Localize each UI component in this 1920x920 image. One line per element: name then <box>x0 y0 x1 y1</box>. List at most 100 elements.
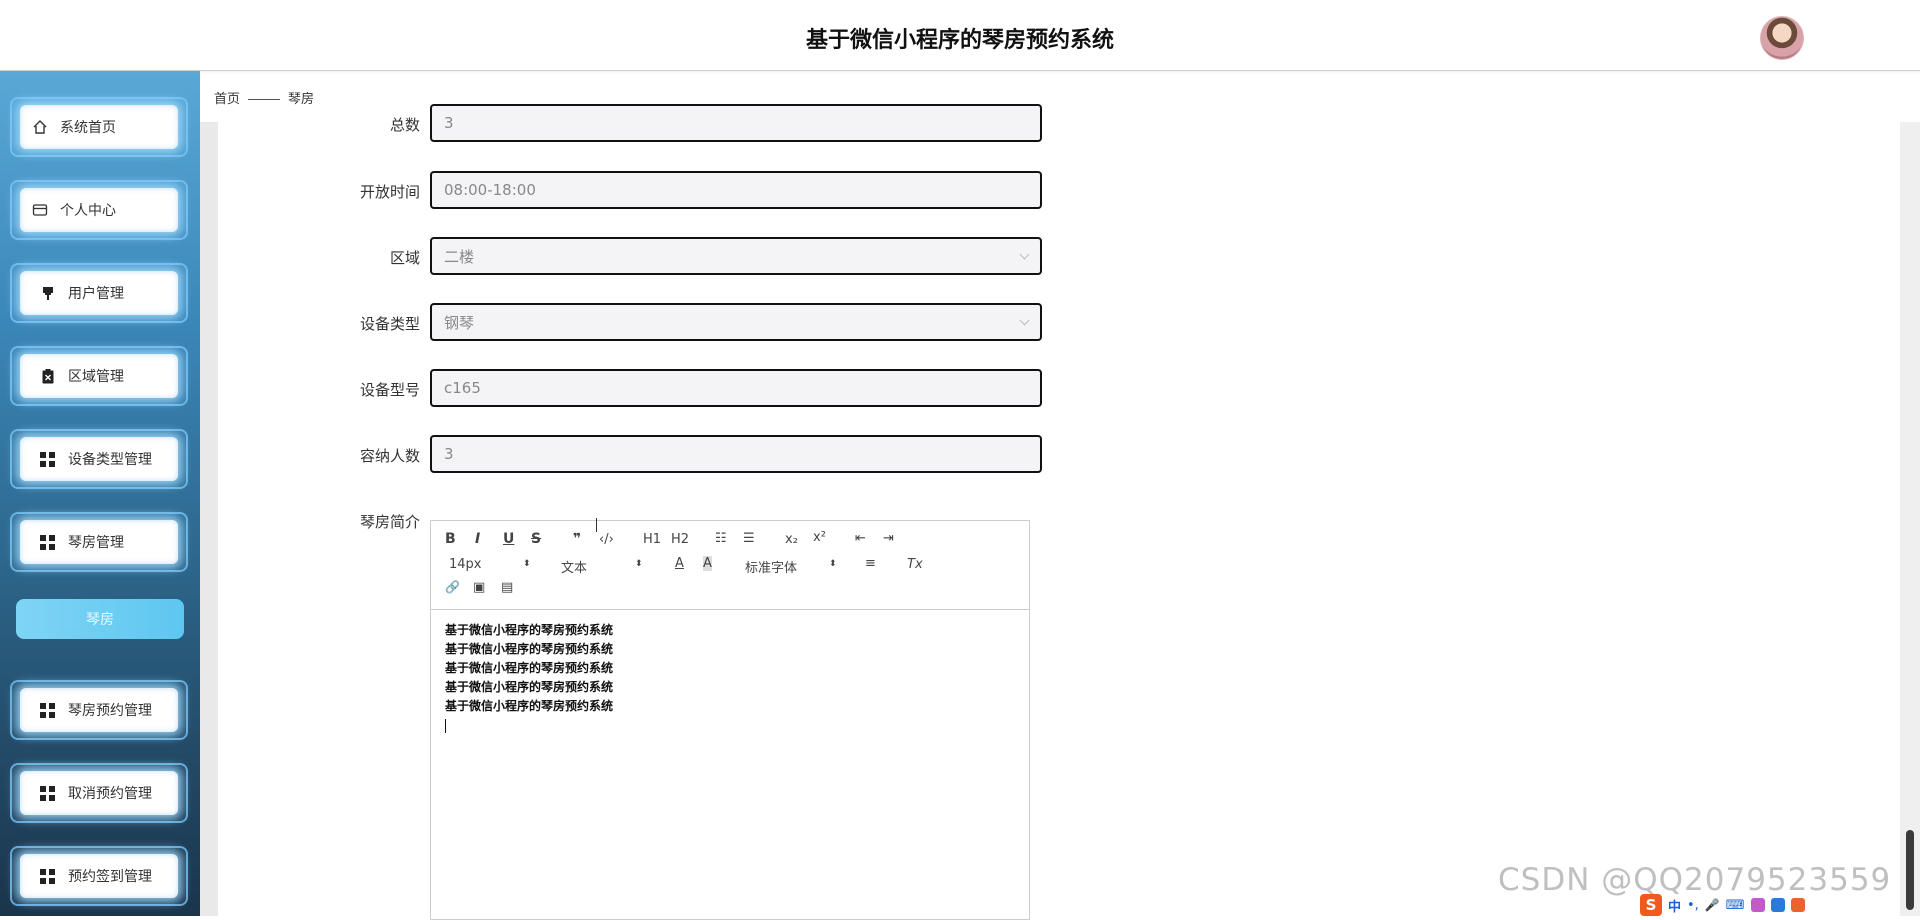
device-type-select-value: 钢琴 <box>444 313 475 332</box>
rich-text-editor: B I U S ❞ ‹/› H1 H2 ☷ ☰ x₂ x² ⇤ ⇥ 14px ⬍… <box>430 520 1030 920</box>
sidebar-item-checkin[interactable]: 预约签到管理 <box>10 846 188 906</box>
sidebar-item-label: 区域管理 <box>68 369 124 385</box>
capacity-label: 容纳人数 <box>359 447 420 465</box>
avatar[interactable] <box>1760 16 1804 60</box>
form-row-open-time: 开放时间 08:00-18:00 <box>330 171 1050 213</box>
sidebar: 系统首页 个人中心 用户管理 区域管理 设备类型管理 琴房管理 琴房 琴房预约管… <box>0 71 200 916</box>
bullet-list-button[interactable]: ☰ <box>743 531 755 546</box>
grid-icon <box>40 702 56 719</box>
chevron-down-icon <box>1019 249 1030 260</box>
form-row-area: 区域 二楼 <box>330 237 1050 279</box>
background-color-button[interactable]: A <box>703 556 712 571</box>
sidebar-item-label: 取消预约管理 <box>68 786 152 802</box>
quote-button[interactable]: ❞ <box>573 531 581 547</box>
sidebar-subitem-room[interactable]: 琴房 <box>16 599 184 639</box>
breadcrumb-home[interactable]: 首页 <box>214 92 240 107</box>
sidebar-item-home[interactable]: 系统首页 <box>10 97 188 157</box>
ime-toolbar: S 中 •, 🎤 ⌨ <box>1640 894 1805 916</box>
scrollbar-track[interactable] <box>1900 122 1920 916</box>
microphone-icon[interactable]: 🎤 <box>1705 898 1720 912</box>
editor-line: 基于微信小程序的琴房预约系统 <box>445 623 614 637</box>
form-row-device-type: 设备类型 钢琴 <box>330 303 1050 345</box>
underline-button[interactable]: U <box>503 531 514 547</box>
pin-icon <box>40 285 56 301</box>
area-select-value: 二楼 <box>444 247 475 266</box>
sidebar-item-cancel[interactable]: 取消预约管理 <box>10 763 188 823</box>
sidebar-item-room[interactable]: 琴房管理 <box>10 512 188 572</box>
image-button[interactable]: ▣ <box>473 580 485 595</box>
ime-lang[interactable]: 中 <box>1668 896 1681 915</box>
clipboard-icon <box>40 368 56 384</box>
grid-icon <box>40 451 56 468</box>
link-button[interactable]: 🔗 <box>445 580 460 594</box>
home-icon <box>32 119 48 135</box>
grid-icon[interactable] <box>1770 898 1785 912</box>
sidebar-item-area[interactable]: 区域管理 <box>10 346 188 406</box>
h2-button[interactable]: H2 <box>671 532 689 547</box>
chevron-updown-icon: ⬍ <box>829 559 837 569</box>
editor-content[interactable]: 基于微信小程序的琴房预约系统 基于微信小程序的琴房预约系统 基于微信小程序的琴房… <box>445 621 613 733</box>
device-model-input[interactable]: c165 <box>430 369 1042 407</box>
card-icon <box>32 202 48 218</box>
ordered-list-button[interactable]: ☷ <box>715 531 727 546</box>
editor-line: 基于微信小程序的琴房预约系统 <box>445 699 614 713</box>
sidebar-item-label: 设备类型管理 <box>68 452 152 468</box>
breadcrumb-separator <box>248 99 281 100</box>
editor-line: 基于微信小程序的琴房预约系统 <box>445 642 614 656</box>
keyboard-icon[interactable]: ⌨ <box>1726 898 1745 913</box>
sidebar-item-label: 琴房预约管理 <box>68 703 152 719</box>
ime-punct[interactable]: •, <box>1687 898 1699 913</box>
bold-button[interactable]: B <box>445 531 456 547</box>
open-time-input[interactable]: 08:00-18:00 <box>430 171 1042 209</box>
total-label: 总数 <box>389 116 420 134</box>
sidebar-item-label: 用户管理 <box>68 286 124 302</box>
grid-icon <box>40 534 56 551</box>
font-color-button[interactable]: A <box>675 556 684 571</box>
strike-button[interactable]: S <box>531 531 541 547</box>
area-select[interactable]: 二楼 <box>430 237 1042 275</box>
watermark: CSDN @QQ2079523559 <box>1498 862 1892 898</box>
grid-icon <box>40 785 56 802</box>
form-row-total: 总数 3 <box>330 104 1050 146</box>
font-family-select[interactable]: 标准字体 <box>745 557 797 576</box>
sidebar-item-reservation[interactable]: 琴房预约管理 <box>10 680 188 740</box>
grid-icon <box>40 868 56 885</box>
page-title: 基于微信小程序的琴房预约系统 <box>805 28 1114 53</box>
device-type-select[interactable]: 钢琴 <box>430 303 1042 341</box>
sidebar-item-profile[interactable]: 个人中心 <box>10 180 188 240</box>
superscript-button[interactable]: x² <box>813 530 826 545</box>
editor-line: 基于微信小程序的琴房预约系统 <box>445 680 614 694</box>
italic-button[interactable]: I <box>475 531 480 547</box>
form-row-capacity: 容纳人数 3 <box>330 435 1050 477</box>
font-size-select[interactable]: 14px <box>449 557 482 572</box>
video-button[interactable]: ▤ <box>501 580 513 595</box>
top-header: 基于微信小程序的琴房预约系统 <box>0 0 1920 71</box>
area-label: 区域 <box>389 249 420 267</box>
indent-button[interactable]: ⇥ <box>883 531 894 546</box>
device-model-label: 设备型号 <box>359 381 420 399</box>
intro-label: 琴房简介 <box>359 513 420 531</box>
sogou-icon[interactable]: S <box>1640 894 1662 916</box>
tools-icon[interactable] <box>1790 898 1805 912</box>
scrollbar-thumb[interactable] <box>1906 830 1914 910</box>
header-select[interactable]: 文本 <box>561 557 587 576</box>
capacity-input[interactable]: 3 <box>430 435 1042 473</box>
outdent-button[interactable]: ⇤ <box>855 531 866 546</box>
sidebar-item-label: 琴房管理 <box>68 535 124 551</box>
clean-format-button[interactable]: Tx <box>907 557 923 572</box>
sidebar-item-label: 个人中心 <box>60 203 116 219</box>
chevron-updown-icon: ⬍ <box>635 559 643 569</box>
align-button[interactable]: ≡ <box>865 556 876 571</box>
sidebar-item-device-type[interactable]: 设备类型管理 <box>10 429 188 489</box>
open-time-label: 开放时间 <box>359 183 420 201</box>
code-button[interactable]: ‹/› <box>599 532 614 547</box>
sidebar-item-label: 预约签到管理 <box>68 869 152 885</box>
text-cursor <box>445 719 446 733</box>
content-gutter <box>200 122 218 916</box>
total-input[interactable]: 3 <box>430 104 1042 142</box>
subscript-button[interactable]: x₂ <box>785 532 798 547</box>
mouse-ibeam-cursor <box>596 518 598 532</box>
skin-icon[interactable] <box>1750 898 1765 912</box>
h1-button[interactable]: H1 <box>643 532 661 547</box>
sidebar-item-users[interactable]: 用户管理 <box>10 263 188 323</box>
